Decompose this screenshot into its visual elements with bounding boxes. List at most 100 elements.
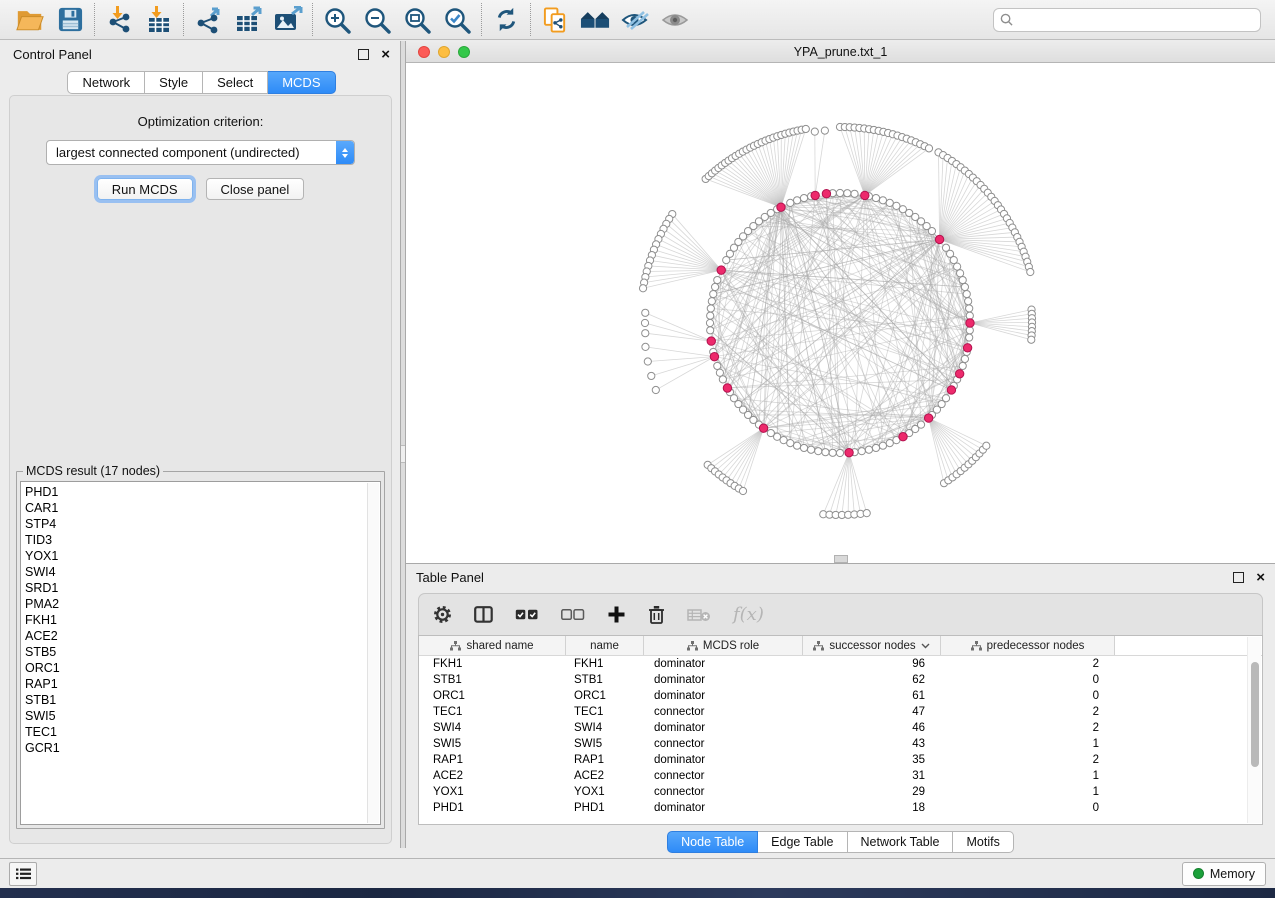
graph-mcds-node[interactable]	[845, 448, 853, 456]
graph-ring-node[interactable]	[707, 312, 714, 319]
tab-network[interactable]: Network	[67, 71, 145, 94]
export-network-icon[interactable]	[188, 3, 228, 37]
graph-mcds-node[interactable]	[924, 414, 932, 422]
graph-ring-node[interactable]	[710, 290, 717, 297]
graph-ring-node[interactable]	[707, 305, 714, 312]
graph-leaf-node[interactable]	[811, 128, 818, 135]
mcds-node-item[interactable]: TID3	[25, 532, 380, 548]
graph-ring-node[interactable]	[807, 446, 814, 453]
search-box[interactable]	[993, 8, 1261, 32]
table-scrollbar[interactable]	[1247, 637, 1261, 823]
graph-leaf-node[interactable]	[925, 145, 932, 152]
graph-leaf-node[interactable]	[821, 127, 828, 134]
graph-ring-node[interactable]	[836, 449, 843, 456]
graph-mcds-node[interactable]	[899, 433, 907, 441]
table-row[interactable]: SWI5SWI5connector431	[419, 736, 1262, 752]
table-settings-icon[interactable]	[433, 605, 452, 624]
mcds-node-item[interactable]: FKH1	[25, 612, 380, 628]
graph-leaf-node[interactable]	[863, 510, 870, 517]
graph-ring-node[interactable]	[942, 244, 949, 251]
graph-ring-node[interactable]	[957, 270, 964, 277]
graph-ring-node[interactable]	[787, 199, 794, 206]
graph-ring-node[interactable]	[886, 199, 893, 206]
graph-leaf-node[interactable]	[642, 343, 649, 350]
graph-mcds-node[interactable]	[935, 235, 943, 243]
graph-ring-node[interactable]	[961, 355, 968, 362]
graph-leaf-node[interactable]	[739, 487, 746, 494]
export-image-icon[interactable]	[268, 3, 308, 37]
mcds-node-item[interactable]: RAP1	[25, 676, 380, 692]
refresh-view-icon[interactable]	[486, 3, 526, 37]
column-header-successor-nodes[interactable]: successor nodes	[803, 636, 941, 655]
mcds-node-item[interactable]: STB1	[25, 692, 380, 708]
graph-mcds-node[interactable]	[707, 337, 715, 345]
graph-ring-node[interactable]	[959, 362, 966, 369]
graph-ring-node[interactable]	[711, 283, 718, 290]
graph-ring-node[interactable]	[800, 194, 807, 201]
graph-mcds-node[interactable]	[955, 370, 963, 378]
graph-ring-node[interactable]	[706, 319, 713, 326]
tab-node-table[interactable]: Node Table	[667, 831, 758, 853]
split-view-icon[interactable]	[474, 606, 493, 623]
graph-mcds-node[interactable]	[759, 424, 767, 432]
open-file-icon[interactable]	[10, 3, 50, 37]
graph-ring-node[interactable]	[800, 444, 807, 451]
graph-ring-node[interactable]	[963, 290, 970, 297]
graph-ring-node[interactable]	[707, 327, 714, 334]
column-header-shared-name[interactable]: shared name	[419, 636, 566, 655]
graph-leaf-node[interactable]	[652, 386, 659, 393]
duplicate-network-icon[interactable]	[535, 3, 575, 37]
table-row[interactable]: FKH1FKH1dominator962	[419, 656, 1262, 672]
table-row[interactable]: YOX1YOX1connector291	[419, 784, 1262, 800]
graph-ring-node[interactable]	[844, 190, 851, 197]
graph-mcds-node[interactable]	[777, 203, 785, 211]
graph-ring-node[interactable]	[966, 327, 973, 334]
memory-button[interactable]: Memory	[1182, 862, 1266, 886]
horizontal-splitter-grip[interactable]	[834, 555, 848, 563]
mcds-list-scrollbar[interactable]	[367, 483, 379, 823]
graph-mcds-node[interactable]	[947, 386, 955, 394]
table-row[interactable]: PHD1PHD1dominator180	[419, 800, 1262, 816]
tab-select[interactable]: Select	[203, 71, 268, 94]
graph-ring-node[interactable]	[966, 305, 973, 312]
save-session-icon[interactable]	[50, 3, 90, 37]
mcds-node-item[interactable]: SWI4	[25, 564, 380, 580]
graph-ring-node[interactable]	[858, 448, 865, 455]
graph-ring-node[interactable]	[886, 440, 893, 447]
graph-mcds-node[interactable]	[717, 266, 725, 274]
graph-ring-node[interactable]	[893, 202, 900, 209]
graph-ring-node[interactable]	[879, 197, 886, 204]
zoom-fit-icon[interactable]	[397, 3, 437, 37]
tab-mcds[interactable]: MCDS	[268, 71, 335, 94]
graph-leaf-node[interactable]	[644, 358, 651, 365]
graph-ring-node[interactable]	[942, 395, 949, 402]
optimization-select[interactable]: largest connected component (undirected)	[46, 140, 355, 165]
zoom-selected-icon[interactable]	[437, 3, 477, 37]
tab-edge-table[interactable]: Edge Table	[758, 831, 847, 853]
graph-leaf-node[interactable]	[642, 309, 649, 316]
table-row[interactable]: TEC1TEC1connector472	[419, 704, 1262, 720]
graph-leaf-node[interactable]	[648, 372, 655, 379]
tab-style[interactable]: Style	[145, 71, 203, 94]
graph-ring-node[interactable]	[879, 442, 886, 449]
mcds-node-item[interactable]: STB5	[25, 644, 380, 660]
mcds-node-item[interactable]: YOX1	[25, 548, 380, 564]
table-row[interactable]: ACE2ACE2connector311	[419, 768, 1262, 784]
graph-ring-node[interactable]	[793, 197, 800, 204]
graph-ring-node[interactable]	[961, 283, 968, 290]
graph-ring-node[interactable]	[965, 298, 972, 305]
graph-ring-node[interactable]	[966, 334, 973, 341]
graph-ring-node[interactable]	[714, 276, 721, 283]
table-row[interactable]: ORC1ORC1dominator610	[419, 688, 1262, 704]
graph-ring-node[interactable]	[836, 189, 843, 196]
mcds-node-item[interactable]: SRD1	[25, 580, 380, 596]
mcds-node-item[interactable]: PMA2	[25, 596, 380, 612]
graph-mcds-node[interactable]	[710, 352, 718, 360]
graph-ring-node[interactable]	[815, 448, 822, 455]
mcds-node-item[interactable]: SWI5	[25, 708, 380, 724]
mcds-node-item[interactable]: CAR1	[25, 500, 380, 516]
graph-ring-node[interactable]	[917, 421, 924, 428]
graph-ring-node[interactable]	[872, 444, 879, 451]
close-panel-icon[interactable]: ×	[381, 50, 390, 59]
graph-ring-node[interactable]	[851, 190, 858, 197]
